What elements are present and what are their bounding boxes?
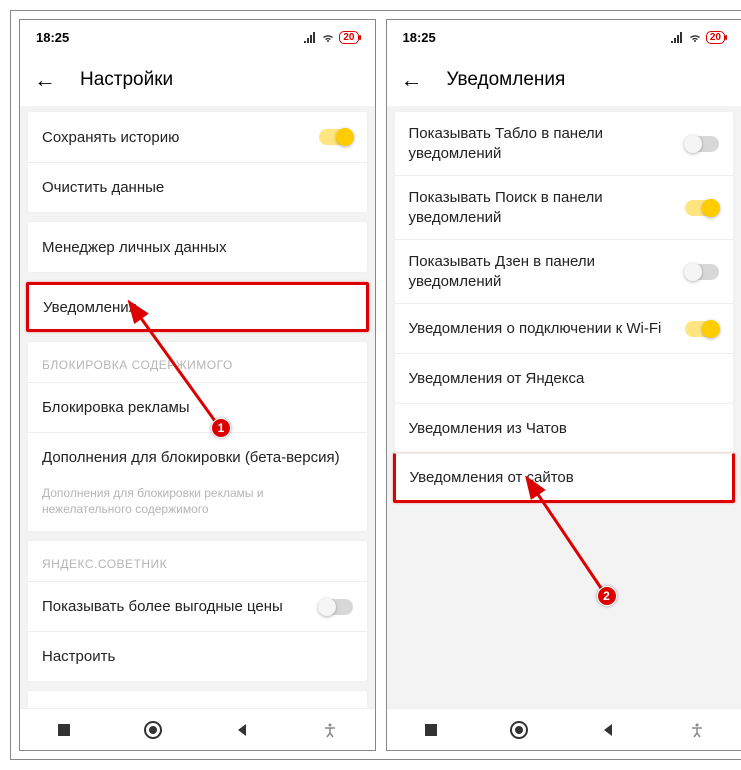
back-button[interactable]: ← [401, 69, 423, 91]
row-zen[interactable]: Показывать Дзен в панели уведомлений [395, 239, 734, 303]
status-time: 18:25 [36, 30, 69, 45]
row-wifi[interactable]: Уведомления о подключении к Wi-Fi [395, 303, 734, 353]
section-feeds: ПЕРСОНАЛЬНЫЕ ЛЕНТЫ [28, 691, 367, 708]
row-save-history[interactable]: Сохранять историю [28, 112, 367, 162]
row-tablo[interactable]: Показывать Табло в панели уведомлений [395, 112, 734, 175]
annotation-marker-2: 2 [597, 586, 617, 606]
phone-right: 18:25 20 ← Уведомления Показывать Табло … [386, 19, 741, 751]
nav-back[interactable] [588, 710, 628, 750]
page-title: Настройки [80, 69, 173, 91]
toggle-tablo[interactable] [685, 136, 719, 152]
page-title: Уведомления [447, 69, 566, 91]
toggle-search[interactable] [685, 200, 719, 216]
wifi-icon [321, 31, 335, 43]
row-pd-manager[interactable]: Менеджер личных данных [28, 222, 367, 272]
header: ← Уведомления [387, 54, 741, 106]
nav-accessibility[interactable] [310, 710, 350, 750]
row-yandex-notif[interactable]: Уведомления от Яндекса [395, 353, 734, 403]
toggle-zen[interactable] [685, 264, 719, 280]
signal-icon [670, 31, 684, 43]
wifi-icon [688, 31, 702, 43]
status-icons: 20 [670, 31, 725, 44]
row-configure[interactable]: Настроить [28, 631, 367, 681]
nav-accessibility[interactable] [677, 710, 717, 750]
annotation-arrow-1 [120, 300, 230, 440]
toggle-wifi[interactable] [685, 321, 719, 337]
annotation-marker-1: 1 [211, 418, 231, 438]
nav-recent[interactable] [411, 710, 451, 750]
status-time: 18:25 [403, 30, 436, 45]
row-search[interactable]: Показывать Поиск в панели уведомлений [395, 175, 734, 239]
toggle-show-prices[interactable] [319, 599, 353, 615]
battery-icon: 20 [706, 31, 725, 44]
nav-bar [387, 708, 741, 750]
content: Показывать Табло в панели уведомлений По… [387, 106, 741, 708]
nav-home[interactable] [499, 710, 539, 750]
header: ← Настройки [20, 54, 375, 106]
row-chats-notif[interactable]: Уведомления из Чатов [395, 403, 734, 453]
status-icons: 20 [303, 31, 358, 44]
back-button[interactable]: ← [34, 69, 56, 91]
nav-back[interactable] [222, 710, 262, 750]
row-show-prices[interactable]: Показывать более выгодные цены [28, 581, 367, 631]
row-clear-data[interactable]: Очистить данные [28, 162, 367, 212]
comparison-container: 18:25 20 ← Настройки Сохранять историю О… [10, 10, 741, 760]
status-bar: 18:25 20 [387, 20, 741, 54]
signal-icon [303, 31, 317, 43]
section-advisor: ЯНДЕКС.СОВЕТНИК [28, 541, 367, 581]
status-bar: 18:25 20 [20, 20, 375, 54]
battery-icon: 20 [339, 31, 358, 44]
toggle-save-history[interactable] [319, 129, 353, 145]
hint-addons: Дополнения для блокировки рекламы и неже… [28, 482, 367, 531]
nav-home[interactable] [133, 710, 173, 750]
nav-bar [20, 708, 375, 750]
phone-left: 18:25 20 ← Настройки Сохранять историю О… [19, 19, 376, 751]
nav-recent[interactable] [44, 710, 84, 750]
